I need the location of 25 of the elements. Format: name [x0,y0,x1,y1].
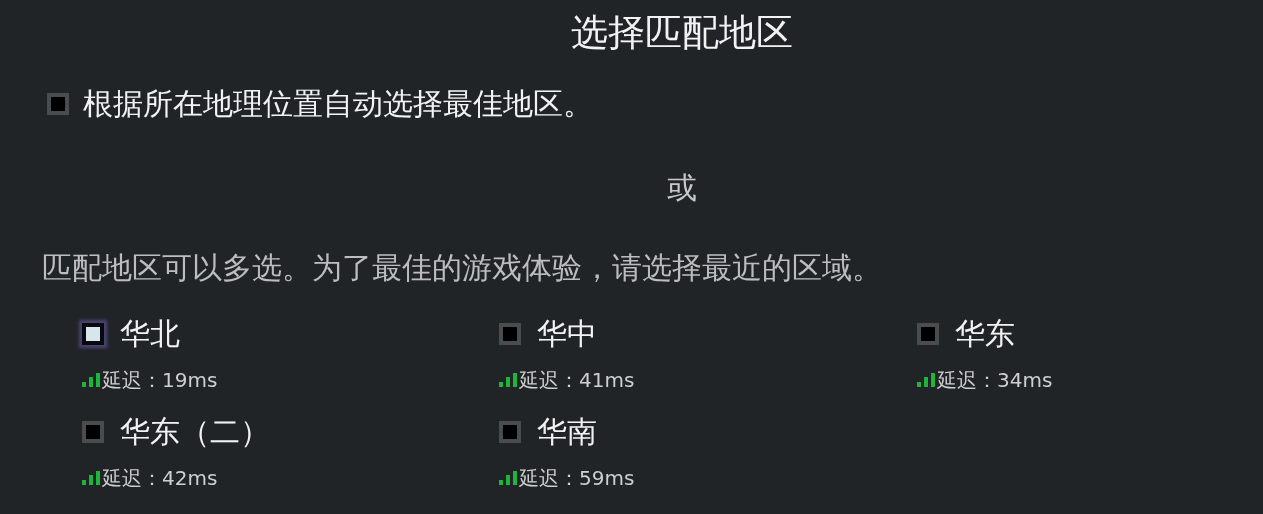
checkbox[interactable] [82,421,104,443]
latency-text: 延迟：59ms [519,465,635,492]
checkbox[interactable] [499,323,521,345]
signal-icon [82,471,100,485]
checkbox[interactable] [82,323,104,345]
dialog-title: 选择匹配地区 [569,10,794,56]
checkbox[interactable] [917,323,939,345]
separator-text: 或 [665,169,698,207]
region-name: 华北 [120,315,180,353]
region-name: 华东 [955,315,1015,353]
region-name: 华中 [537,315,597,353]
signal-icon [82,373,100,387]
signal-icon [499,373,517,387]
checkbox-label: 根据所在地理位置自动选择最佳地区。 [83,85,593,123]
signal-icon [917,373,935,387]
region-name: 华东（二） [120,413,270,451]
description-text: 匹配地区可以多选。为了最佳的游戏体验，请选择最近的区域。 [42,249,883,287]
region-name: 华南 [537,413,597,451]
latency-text: 延迟：41ms [519,367,635,394]
latency-text: 延迟：42ms [102,465,218,492]
latency-text: 延迟：34ms [937,367,1053,394]
latency-text: 延迟：19ms [102,367,218,394]
checkbox[interactable] [499,421,521,443]
signal-icon [499,471,517,485]
checkbox[interactable] [47,93,69,115]
